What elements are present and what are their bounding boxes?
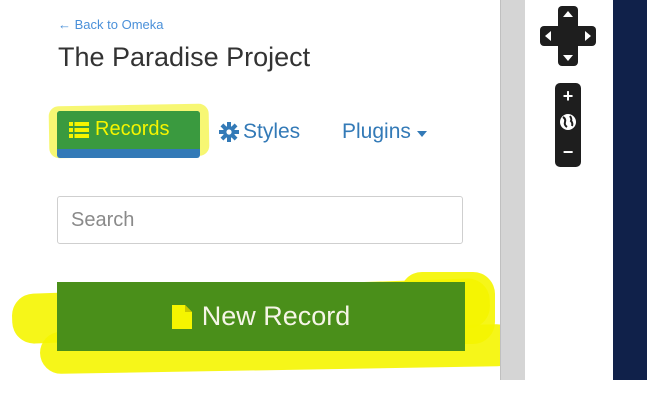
tab-records-label: Records — [95, 118, 170, 140]
zoom-out-button[interactable]: − — [555, 139, 581, 165]
chevron-down-icon — [416, 130, 427, 137]
list-icon — [69, 121, 89, 138]
editor-panel: ← Back to Omeka The Paradise Project Rec… — [0, 0, 519, 398]
page-title: The Paradise Project — [58, 42, 311, 72]
new-record-label: New Record — [201, 301, 351, 331]
tab-styles-label: Styles — [243, 120, 301, 143]
back-to-omeka-link[interactable]: ← Back to Omeka — [58, 17, 163, 32]
search-input[interactable] — [57, 196, 463, 244]
map-tile — [613, 0, 647, 380]
zoom-in-button[interactable]: + — [555, 83, 581, 109]
pan-arrows-icon[interactable] — [540, 6, 596, 66]
plugins-dropdown-label: Plugins — [342, 120, 411, 143]
plugins-dropdown[interactable]: Plugins — [342, 120, 427, 144]
scrollbar[interactable] — [500, 0, 525, 380]
zoom-control: + − — [555, 83, 581, 167]
tab-records[interactable]: Records — [57, 111, 200, 158]
gear-icon — [219, 122, 239, 142]
globe-icon[interactable] — [559, 113, 577, 131]
file-icon — [171, 304, 192, 329]
new-record-button[interactable]: New Record — [57, 282, 465, 351]
tab-styles[interactable]: Styles — [219, 120, 300, 144]
